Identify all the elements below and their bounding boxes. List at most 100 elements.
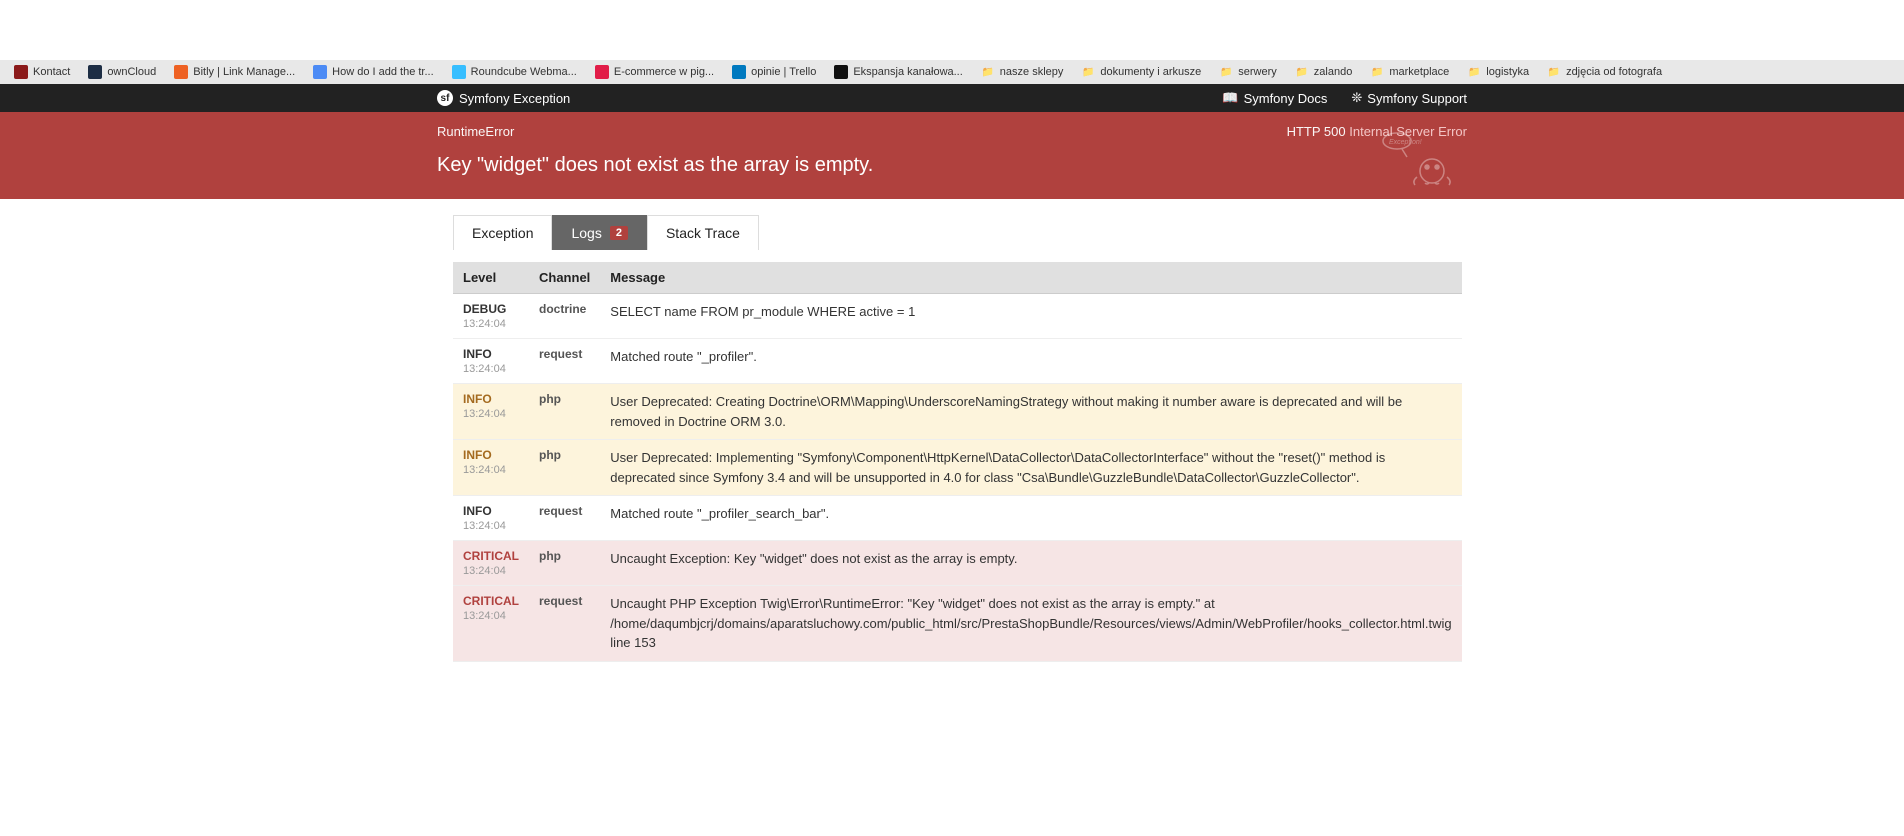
bookmark-item[interactable]: 📁 logistyka: [1467, 65, 1529, 79]
bookmark-item[interactable]: Bitly | Link Manage...: [174, 65, 295, 79]
log-level: INFO: [463, 392, 519, 406]
folder-icon: 📁: [981, 65, 995, 79]
folder-icon: 📁: [1547, 65, 1561, 79]
bookmark-label: logistyka: [1486, 66, 1529, 78]
main-content: Exception Logs 2 Stack Trace Level Chann…: [437, 215, 1467, 662]
bookmark-label: ownCloud: [107, 66, 156, 78]
bookmark-label: serwery: [1238, 66, 1277, 78]
log-message: User Deprecated: Implementing "Symfony\C…: [600, 440, 1461, 496]
col-header-level: Level: [453, 262, 529, 294]
col-header-message: Message: [600, 262, 1461, 294]
logs-count-badge: 2: [610, 226, 628, 240]
log-row: DEBUG 13:24:04 doctrineSELECT name FROM pr…: [453, 294, 1462, 339]
log-channel: php: [529, 384, 600, 440]
site-favicon-icon: [174, 65, 188, 79]
log-level: CRITICAL: [463, 549, 519, 563]
bookmark-item[interactable]: Kontact: [14, 65, 70, 79]
log-message: Matched route "_profiler_search_bar".: [600, 496, 1461, 541]
bookmark-label: zdjęcia od fotografa: [1566, 66, 1662, 78]
error-banner: RuntimeError HTTP 500 Internal Server Er…: [0, 112, 1904, 199]
bookmark-label: E-commerce w pig...: [614, 66, 714, 78]
bookmark-label: nasze sklepy: [1000, 66, 1064, 78]
log-timestamp: 13:24:04: [463, 408, 519, 420]
log-message: User Deprecated: Creating Doctrine\ORM\M…: [600, 384, 1461, 440]
log-channel: request: [529, 339, 600, 384]
browser-bookmarks-bar: Kontact ownCloud Bitly | Link Manage... How…: [0, 60, 1904, 84]
site-favicon-icon: [313, 65, 327, 79]
ghost-illustration-icon: Exception!: [1377, 129, 1467, 192]
bookmark-label: marketplace: [1389, 66, 1449, 78]
site-favicon-icon: [834, 65, 848, 79]
log-channel: doctrine: [529, 294, 600, 339]
bookmark-item[interactable]: 📁 zdjęcia od fotografa: [1547, 65, 1662, 79]
log-row: CRITICAL13:24:04phpUncaught Exception: K…: [453, 541, 1462, 586]
tabs: Exception Logs 2 Stack Trace: [453, 215, 1451, 250]
site-favicon-icon: [732, 65, 746, 79]
logs-table: Level Channel Message DEBUG 13:24:04 doctr…: [453, 262, 1462, 662]
log-message: SELECT name FROM pr_module WHERE active …: [600, 294, 1461, 339]
log-level: DEBUG: [463, 302, 519, 316]
symfony-logo-icon: sf: [437, 90, 453, 106]
log-level: CRITICAL: [463, 594, 519, 608]
bookmark-item[interactable]: E-commerce w pig...: [595, 65, 714, 79]
log-level: INFO: [463, 448, 519, 462]
col-header-channel: Channel: [529, 262, 600, 294]
bookmark-label: Bitly | Link Manage...: [193, 66, 295, 78]
bookmark-item[interactable]: 📁 zalando: [1295, 65, 1353, 79]
bookmark-item[interactable]: How do I add the tr...: [313, 65, 434, 79]
exception-message: Key "widget" does not exist as the array…: [437, 151, 1217, 179]
log-row: INFO 13:24:04 phpUser Deprecated: Creating…: [453, 384, 1462, 440]
folder-icon: 📁: [1295, 65, 1309, 79]
bookmark-label: zalando: [1314, 66, 1353, 78]
bookmark-item[interactable]: ownCloud: [88, 65, 156, 79]
folder-icon: 📁: [1081, 65, 1095, 79]
log-timestamp: 13:24:04: [463, 464, 519, 476]
bookmark-item[interactable]: 📁 nasze sklepy: [981, 65, 1064, 79]
log-timestamp: 13:24:04: [463, 610, 519, 622]
site-favicon-icon: [595, 65, 609, 79]
symfony-header: sf Symfony Exception 📖 Symfony Docs ❊ Sy…: [0, 84, 1904, 112]
log-row: INFO 13:24:04 requestMatched route "_profi…: [453, 496, 1462, 541]
tab-logs[interactable]: Logs 2: [552, 215, 646, 250]
bookmark-label: opinie | Trello: [751, 66, 816, 78]
site-favicon-icon: [14, 65, 28, 79]
site-favicon-icon: [88, 65, 102, 79]
bookmark-label: dokumenty i arkusze: [1100, 66, 1201, 78]
log-row: INFO 13:24:04 requestMatched route "_profi…: [453, 339, 1462, 384]
bookmark-label: Ekspansja kanałowa...: [853, 66, 962, 78]
bookmark-label: Kontact: [33, 66, 70, 78]
svg-text:Exception!: Exception!: [1389, 139, 1422, 146]
symfony-header-title: Symfony Exception: [459, 91, 570, 106]
folder-icon: 📁: [1219, 65, 1233, 79]
log-message: Matched route "_profiler".: [600, 339, 1461, 384]
log-channel: request: [529, 496, 600, 541]
log-channel: php: [529, 440, 600, 496]
symfony-docs-link[interactable]: 📖 Symfony Docs: [1222, 90, 1327, 106]
site-favicon-icon: [452, 65, 466, 79]
tab-exception[interactable]: Exception: [453, 215, 552, 250]
log-message: Uncaught Exception: Key "widget" does no…: [600, 541, 1461, 586]
exception-class[interactable]: RuntimeError: [437, 124, 514, 139]
bookmark-item[interactable]: 📁 dokumenty i arkusze: [1081, 65, 1201, 79]
bookmark-label: How do I add the tr...: [332, 66, 434, 78]
folder-icon: 📁: [1467, 65, 1481, 79]
bookmark-item[interactable]: 📁 marketplace: [1370, 65, 1449, 79]
log-timestamp: 13:24:04: [463, 565, 519, 577]
bookmark-item[interactable]: opinie | Trello: [732, 65, 816, 79]
log-timestamp: 13:24:04: [463, 520, 519, 532]
folder-icon: 📁: [1370, 65, 1384, 79]
lifebuoy-icon: ❊: [1351, 90, 1362, 106]
log-message: Uncaught PHP Exception Twig\Error\Runtim…: [600, 586, 1461, 662]
bookmark-item[interactable]: Roundcube Webma...: [452, 65, 577, 79]
tab-stack-trace[interactable]: Stack Trace: [647, 215, 759, 250]
log-level: INFO: [463, 504, 519, 518]
symfony-support-link[interactable]: ❊ Symfony Support: [1351, 90, 1467, 106]
log-row: CRITICAL 13:24:04 requestUncaught PHP Exce…: [453, 586, 1462, 662]
bookmark-item[interactable]: Ekspansja kanałowa...: [834, 65, 962, 79]
log-timestamp: 13:24:04: [463, 363, 519, 375]
log-row: INFO 13:24:04 phpUser Deprecated: Implemen…: [453, 440, 1462, 496]
bookmark-item[interactable]: 📁 serwery: [1219, 65, 1277, 79]
log-timestamp: 13:24:04: [463, 318, 519, 330]
log-channel: request: [529, 586, 600, 662]
log-level: INFO: [463, 347, 519, 361]
